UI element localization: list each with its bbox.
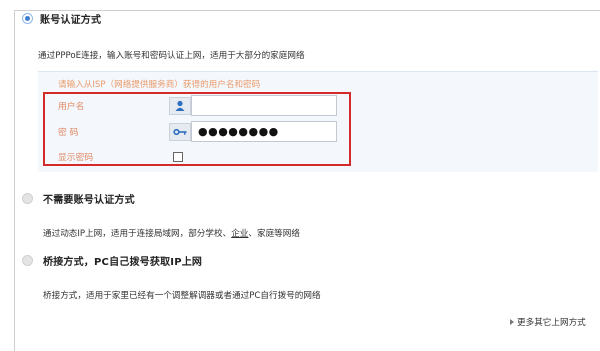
option-desc-account-auth: 通过PPPoE连接，输入账号和密码认证上网，适用于大部分的家庭网络 [38, 51, 305, 61]
desc-part-1: 通过动态IP上网，适用于连接局域网，部分学校、 [43, 229, 232, 239]
show-password-checkbox[interactable] [173, 152, 183, 162]
triangle-right-icon [510, 319, 514, 325]
option-desc-no-auth: 通过动态IP上网，适用于连接局域网，部分学校、企业、家庭等网络 [43, 227, 300, 239]
more-connection-methods-link[interactable]: 更多其它上网方式 [517, 316, 586, 328]
option-desc-bridge: 桥接方式，适用于家里已经有一个调整解调器或者通过PC自行拨号的网络 [43, 291, 321, 301]
user-icon [169, 97, 191, 115]
desc-part-3: 、家庭等网络 [248, 229, 300, 239]
enterprise-link[interactable]: 企业 [231, 229, 248, 239]
radio-bridge[interactable] [22, 255, 33, 266]
credentials-hint: 请输入从ISP（网络提供服务商）获得的用户名和密码 [58, 80, 261, 90]
radio-account-auth[interactable] [22, 13, 33, 24]
username-input[interactable] [191, 95, 337, 116]
radio-no-auth[interactable] [22, 193, 33, 204]
username-label: 用户名 [58, 102, 85, 112]
show-password-label: 显示密码 [58, 153, 94, 163]
option-title-account-auth: 账号认证方式 [40, 15, 102, 26]
option-title-no-auth: 不需要账号认证方式 [43, 195, 135, 206]
key-icon [169, 123, 191, 141]
password-input[interactable] [191, 121, 337, 142]
password-label: 密 码 [58, 128, 79, 138]
option-title-bridge: 桥接方式，PC自己拨号获取IP上网 [43, 257, 203, 268]
